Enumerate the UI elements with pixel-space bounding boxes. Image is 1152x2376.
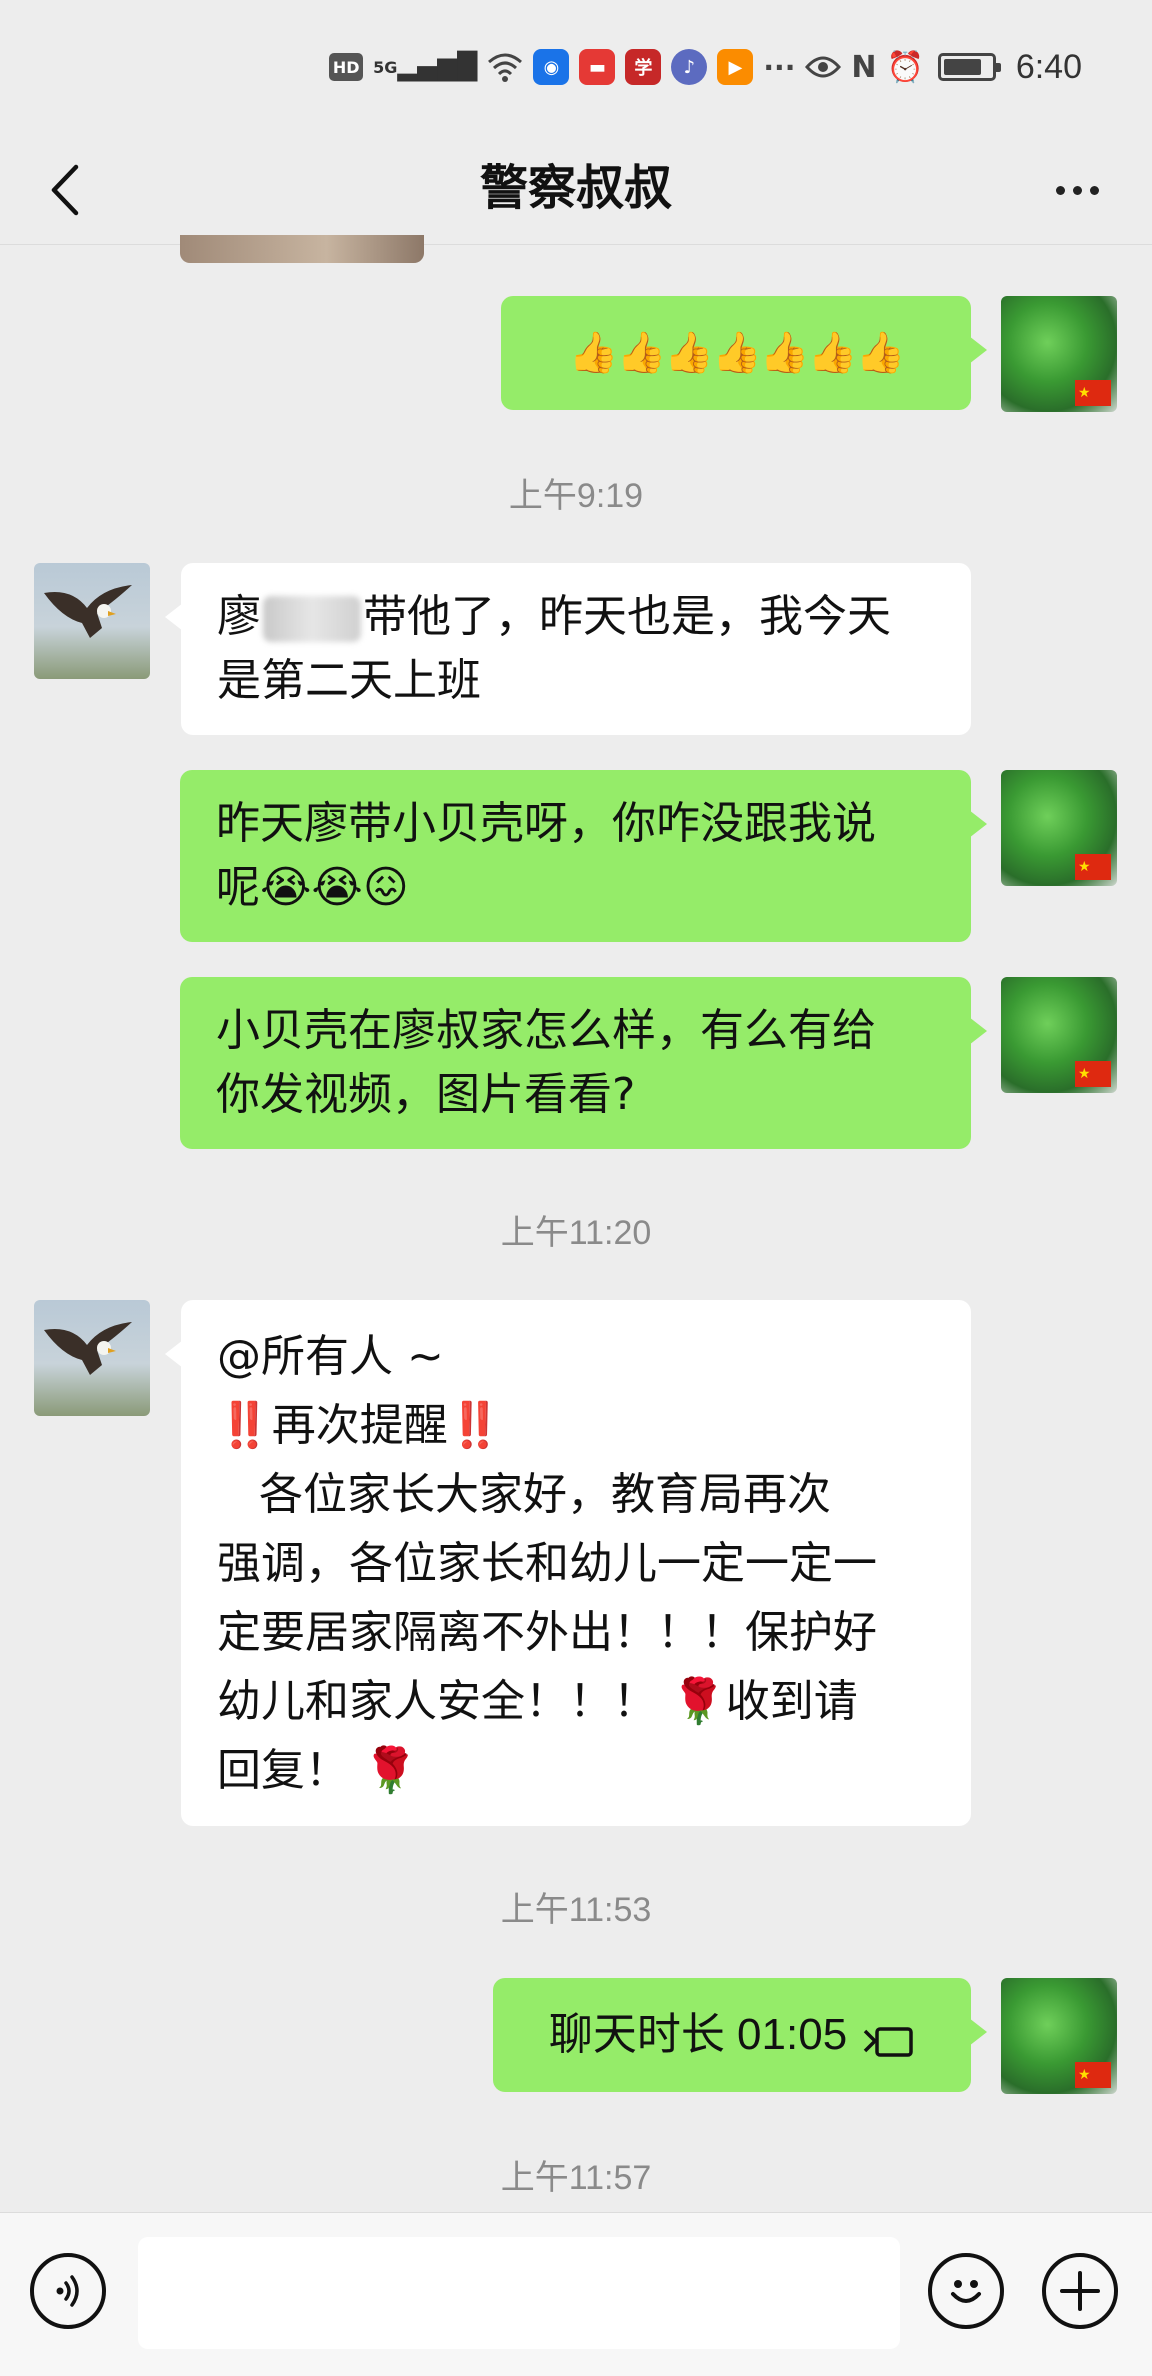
video-icon: ▶: [717, 49, 754, 85]
battery-level: [943, 59, 981, 75]
battery-icon: [937, 53, 1001, 81]
chat-header: 警察叔叔: [0, 135, 1152, 245]
message-text: 昨天廖带小贝壳呀，你咋没跟我说 呢😭😭😖: [216, 798, 876, 913]
message-bubble-self[interactable]: 小贝壳在廖叔家怎么样，有么有给 你发视频，图片看看?: [180, 977, 987, 1149]
self-avatar[interactable]: ★: [1001, 1978, 1117, 2094]
status-icons: HD 5G ▂▄▆█ ◉ ▬ 学 ♪ ▶ ··· N ⏰ 6:40: [329, 44, 1082, 90]
plus-button[interactable]: [1042, 2253, 1118, 2329]
contact-avatar[interactable]: [34, 1300, 150, 1416]
signal-icon: 5G ▂▄▆█: [373, 52, 478, 82]
self-avatar[interactable]: ★: [1001, 296, 1117, 412]
message-text-start: 廖: [217, 591, 261, 642]
nfc-icon: N: [851, 49, 877, 85]
input-bar: [0, 2212, 1152, 2376]
message-text: 廖带他了，昨天也是，我今天 是第二天上班: [217, 585, 891, 713]
more-notifications-icon: ···: [763, 50, 796, 84]
previous-image-message[interactable]: [180, 235, 424, 263]
eagle-icon: [44, 1322, 132, 1375]
china-flag-icon: ★: [1075, 2062, 1111, 2088]
timestamp: 上午11:20: [500, 1214, 652, 1252]
emoji-button[interactable]: [928, 2253, 1004, 2329]
emoji-icon: [951, 2280, 981, 2303]
china-flag-icon: ★: [1075, 854, 1111, 880]
call-duration-text: 聊天时长 01:05: [548, 2010, 848, 2059]
timestamp: 上午11:57: [500, 2159, 652, 2197]
chat-title: 警察叔叔: [479, 160, 672, 216]
call-record-bubble[interactable]: 聊天时长 01:05: [493, 1978, 987, 2092]
video-call-icon: [861, 2015, 915, 2057]
message-bubble-self[interactable]: 昨天廖带小贝壳呀，你咋没跟我说 呢😭😭😖: [180, 770, 987, 942]
eye-icon: [805, 49, 842, 85]
china-flag-icon: ★: [1075, 1061, 1111, 1087]
self-avatar[interactable]: ★: [1001, 977, 1117, 1093]
message-text: 小贝壳在廖叔家怎么样，有么有给 你发视频，图片看看?: [216, 1005, 876, 1120]
app-notification-icon: ◉: [533, 49, 570, 85]
message-text: 👍👍👍👍👍👍👍: [568, 330, 906, 376]
contact-avatar[interactable]: [34, 563, 150, 679]
wifi-icon: [487, 49, 523, 85]
alarm-icon: ⏰: [886, 49, 924, 85]
status-bar: HD 5G ▂▄▆█ ◉ ▬ 学 ♪ ▶ ··· N ⏰ 6:40: [0, 0, 1152, 135]
music-icon: ♪: [671, 49, 708, 85]
timestamp: 上午9:19: [508, 477, 644, 515]
message-bubble-contact[interactable]: 廖带他了，昨天也是，我今天 是第二天上班: [165, 563, 971, 735]
self-avatar[interactable]: ★: [1001, 770, 1117, 886]
china-flag-icon: ★: [1075, 380, 1111, 406]
message-bubble-contact[interactable]: @所有人 ~ ‼️再次提醒‼️ 各位家长大家好，教育局再次 强调，各位家长和幼儿…: [165, 1300, 971, 1826]
voice-icon: [56, 2275, 79, 2307]
plus-icon: [1060, 2271, 1100, 2311]
more-horizontal-icon: [1055, 185, 1065, 195]
timestamp: 上午11:53: [500, 1891, 652, 1929]
message-bubble-self[interactable]: 👍👍👍👍👍👍👍: [501, 296, 987, 410]
app-notification-icon: 学: [625, 49, 662, 85]
message-text: @所有人 ~ ‼️再次提醒‼️ 各位家长大家好，教育局再次 强调，各位家长和幼儿…: [217, 1330, 877, 1796]
network-label: 5G: [373, 57, 398, 77]
app-notification-icon: ▬: [579, 49, 616, 85]
redacted-name: [263, 596, 361, 642]
hd-icon: HD: [329, 53, 364, 81]
eagle-icon: [44, 585, 132, 638]
more-button[interactable]: [1042, 155, 1112, 225]
clock: 6:40: [1015, 47, 1082, 86]
voice-button[interactable]: [30, 2253, 106, 2329]
message-input[interactable]: [138, 2237, 900, 2349]
